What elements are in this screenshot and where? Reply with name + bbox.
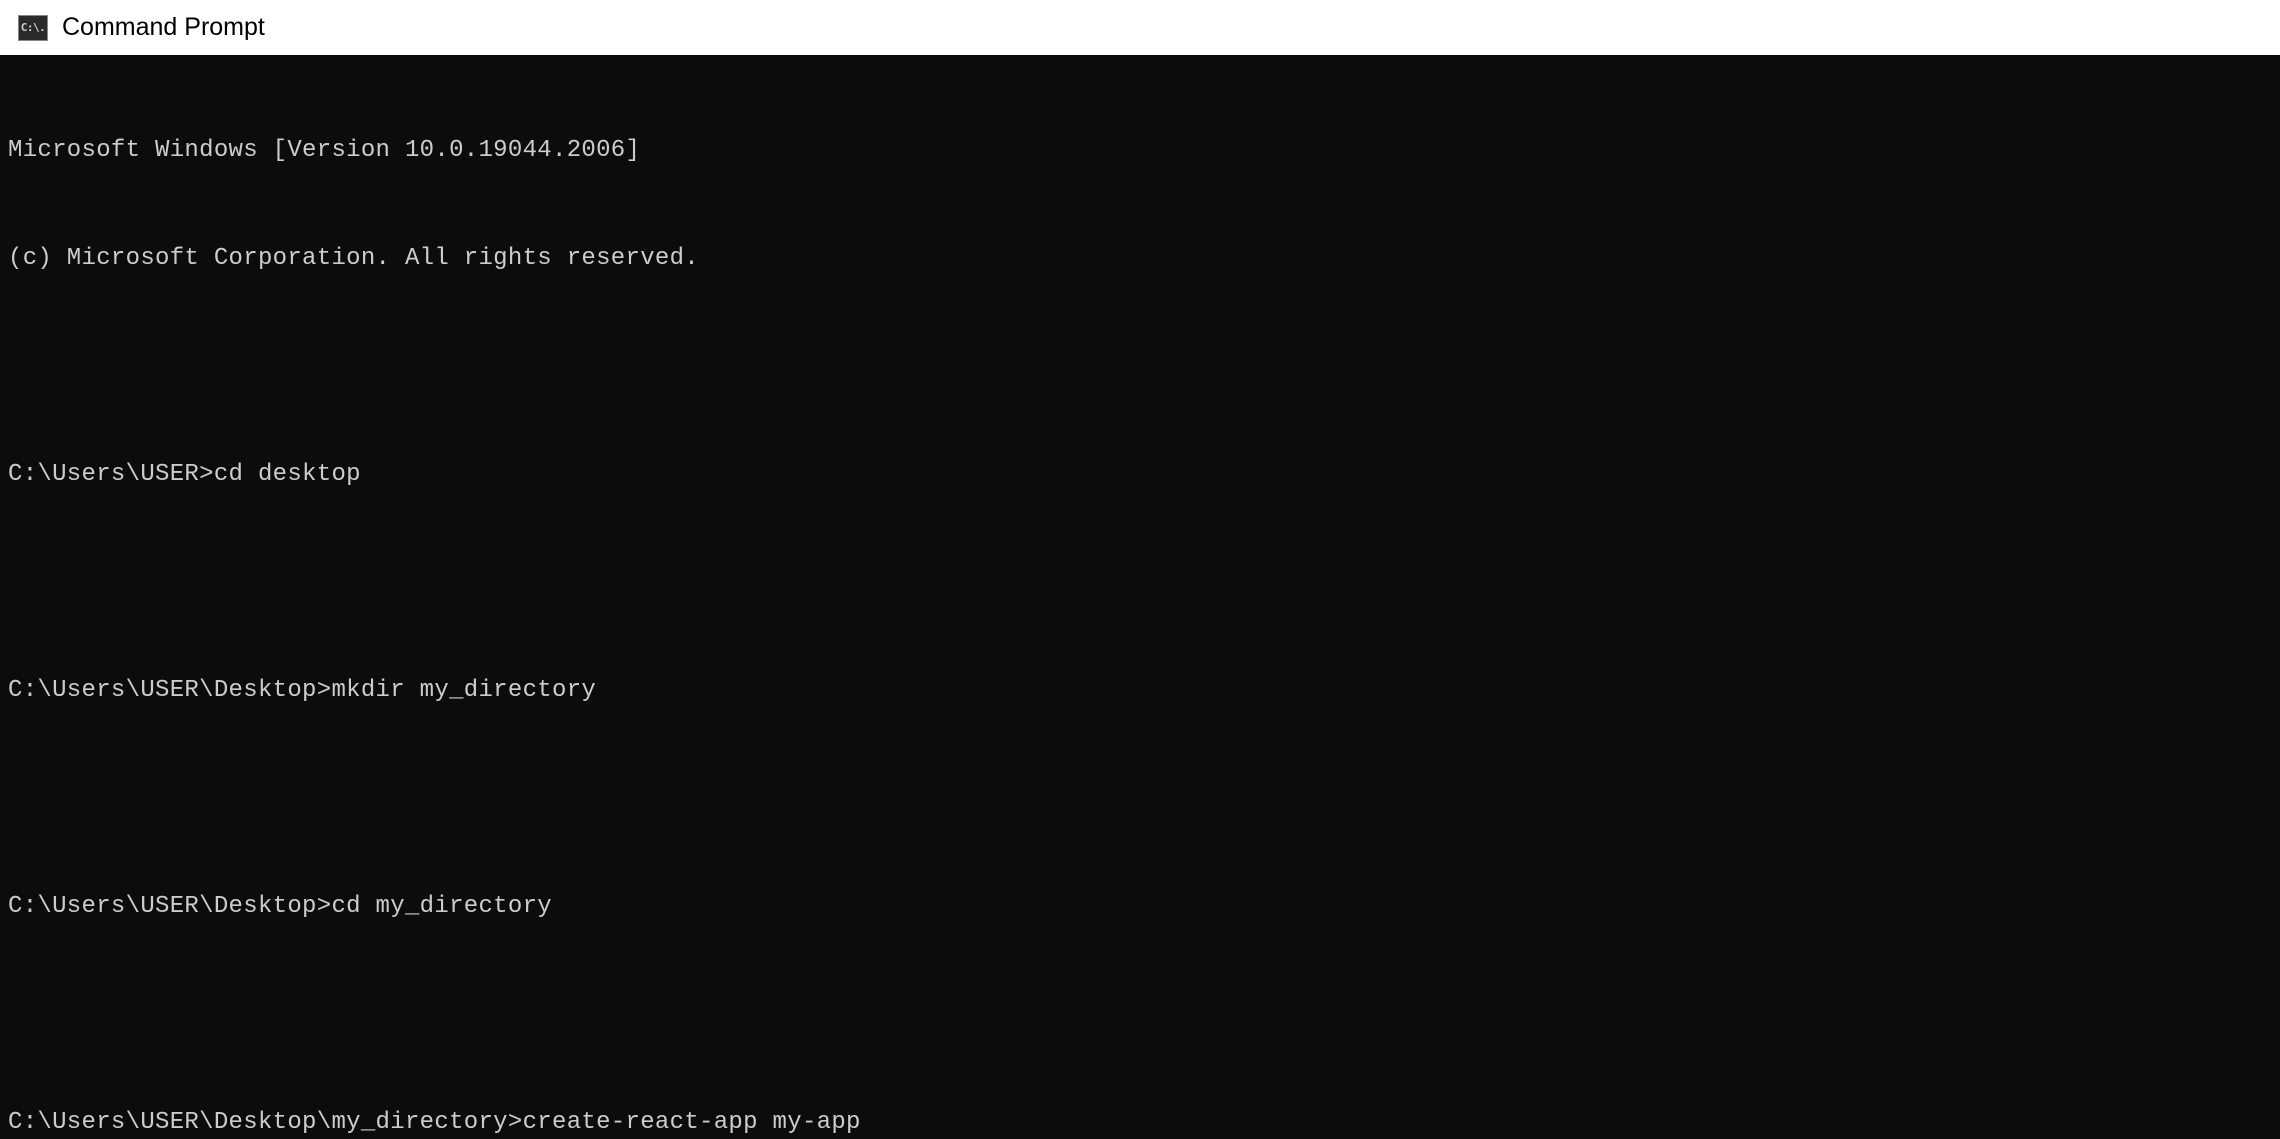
terminal-output[interactable]: Microsoft Windows [Version 10.0.19044.20… bbox=[0, 55, 2280, 1139]
terminal-blank-line bbox=[8, 781, 2272, 817]
terminal-prompt: C:\Users\USER\Desktop> bbox=[8, 893, 331, 920]
command-prompt-icon: C:\. bbox=[18, 15, 48, 41]
window-title: Command Prompt bbox=[62, 13, 265, 42]
window-titlebar[interactable]: C:\. Command Prompt bbox=[0, 0, 2280, 55]
terminal-prompt: C:\Users\USER\Desktop> bbox=[8, 677, 331, 704]
terminal-command: cd my_directory bbox=[331, 893, 552, 920]
command-prompt-icon-label: C:\. bbox=[21, 21, 46, 34]
terminal-command: create-react-app my-app bbox=[523, 1109, 861, 1136]
terminal-command-line: C:\Users\USER\Desktop>mkdir my_directory bbox=[8, 673, 2272, 709]
terminal-header-line: (c) Microsoft Corporation. All rights re… bbox=[8, 241, 2272, 277]
terminal-command: cd desktop bbox=[214, 461, 361, 488]
terminal-command-line: C:\Users\USER>cd desktop bbox=[8, 457, 2272, 493]
terminal-header-line: Microsoft Windows [Version 10.0.19044.20… bbox=[8, 133, 2272, 169]
terminal-blank-line bbox=[8, 565, 2272, 601]
terminal-blank-line bbox=[8, 997, 2272, 1033]
terminal-command-line: C:\Users\USER\Desktop>cd my_directory bbox=[8, 889, 2272, 925]
terminal-prompt: C:\Users\USER\Desktop\my_directory> bbox=[8, 1109, 523, 1136]
terminal-prompt: C:\Users\USER> bbox=[8, 461, 214, 488]
terminal-blank-line bbox=[8, 349, 2272, 385]
terminal-command-line: C:\Users\USER\Desktop\my_directory>creat… bbox=[8, 1105, 2272, 1139]
terminal-command: mkdir my_directory bbox=[331, 677, 596, 704]
